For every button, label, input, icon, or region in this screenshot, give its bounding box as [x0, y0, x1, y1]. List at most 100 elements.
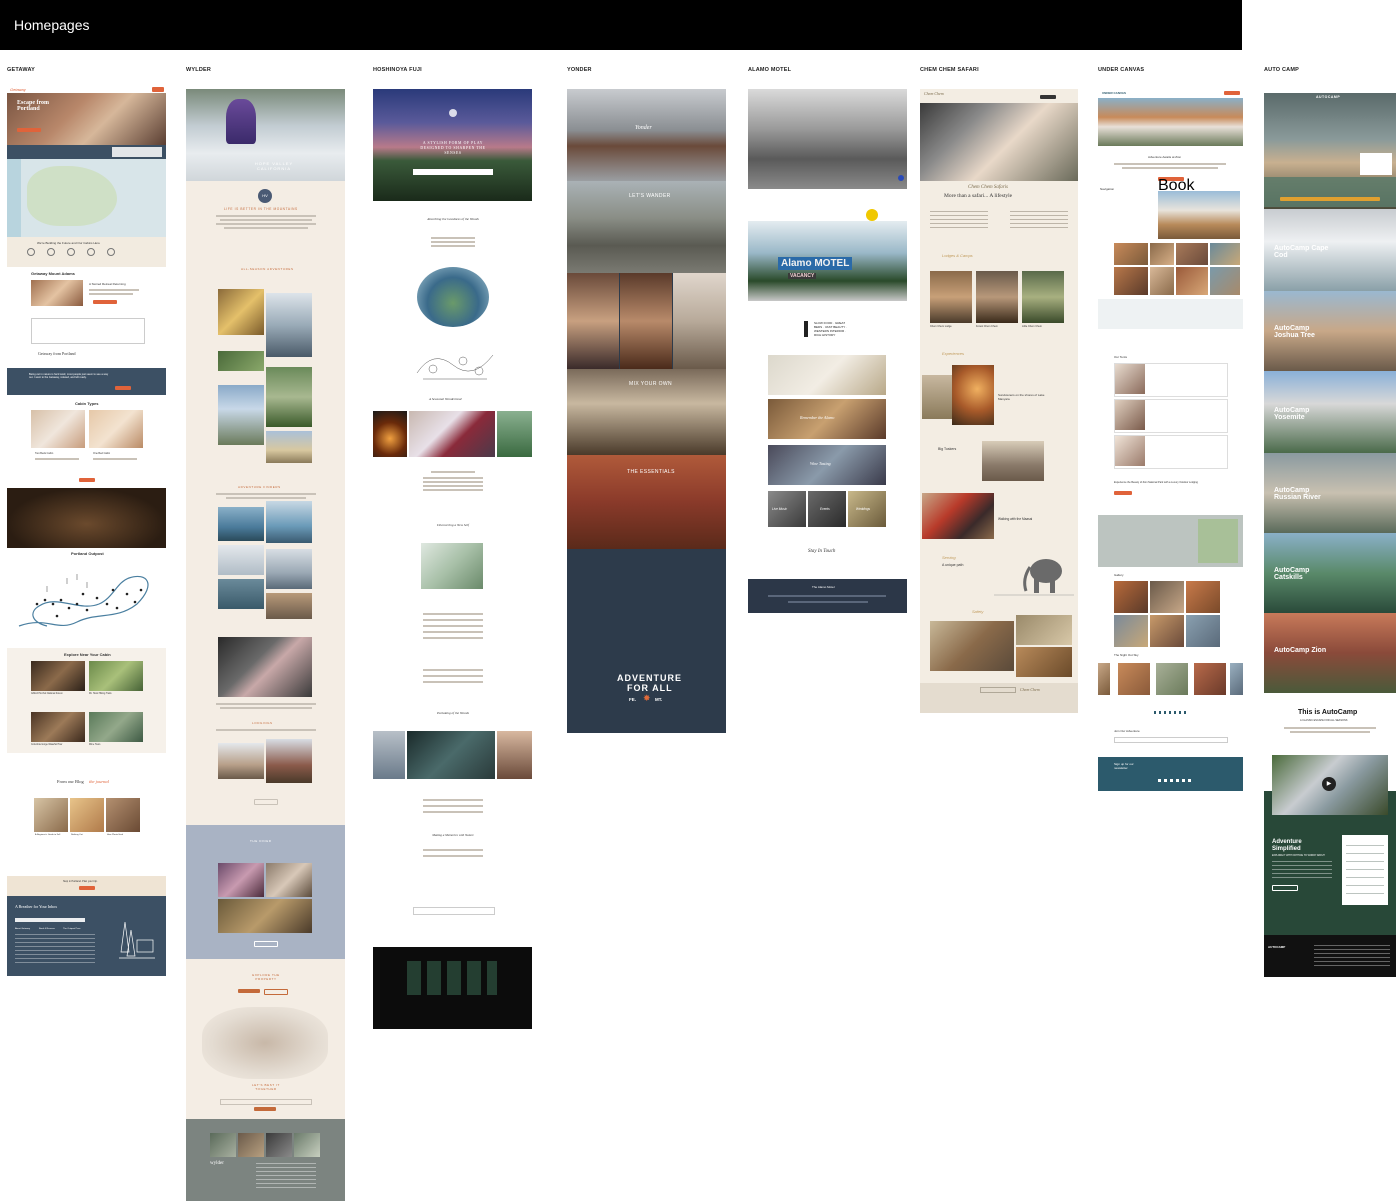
wylder-footer-links[interactable]: [256, 1163, 316, 1189]
undercanvas-gallery-image[interactable]: [1114, 615, 1148, 647]
getaway-logo[interactable]: Getaway: [10, 87, 26, 92]
getaway-newsletter-input[interactable]: [15, 918, 85, 922]
autocamp-footer-logo[interactable]: AUTOCAMP: [1268, 945, 1285, 949]
getaway-nav-book-button[interactable]: [152, 87, 164, 92]
wylder-signup-button[interactable]: [254, 1107, 276, 1111]
undercanvas-carousel-dots[interactable]: [1154, 711, 1186, 714]
undercanvas-grid-image[interactable]: [1150, 243, 1174, 265]
getaway-hero-button[interactable]: [17, 128, 41, 132]
play-icon[interactable]: ▶: [1322, 777, 1336, 791]
chemchem-screenshot[interactable]: Chem Chem Chem Chem Safaris More than a …: [920, 89, 1078, 713]
alamo-footer-logo[interactable]: The Alamo Motel: [812, 585, 835, 589]
getaway-explore-image[interactable]: [31, 712, 85, 742]
hoshinoya-forest-image[interactable]: [497, 411, 532, 457]
undercanvas-newsletter-input[interactable]: [1114, 737, 1228, 743]
undercanvas-gallery-image[interactable]: [1186, 581, 1220, 613]
undercanvas-gallery-image[interactable]: [1186, 615, 1220, 647]
wylder-gallery-image[interactable]: [266, 501, 312, 543]
getaway-explore-image[interactable]: [89, 661, 143, 691]
wylder-screenshot[interactable]: HOPE VALLEY CALIFORNIA HV LIFE IS BETTER…: [186, 89, 345, 1201]
chemchem-newsletter-input[interactable]: [980, 687, 1016, 693]
chemchem-lodge-image[interactable]: [976, 271, 1018, 323]
wylder-adventure-image[interactable]: [266, 431, 312, 463]
getaway-search-field[interactable]: [112, 147, 162, 157]
wylder-lodging-image[interactable]: [218, 743, 264, 779]
yonder-interior-image[interactable]: [620, 273, 672, 369]
autocamp-search-button[interactable]: [1280, 197, 1380, 201]
yonder-interior-image[interactable]: [567, 273, 619, 369]
getaway-outpost-button[interactable]: [93, 300, 117, 304]
undercanvas-logo[interactable]: UNDER CANVAS: [1102, 91, 1126, 95]
wylder-lodging-image[interactable]: [266, 739, 312, 783]
wylder-map-button[interactable]: [238, 989, 260, 993]
getaway-promo-button[interactable]: [79, 886, 95, 890]
yonder-screenshot[interactable]: Yonder LET'S WANDER MIX YOUR OWN THE ESS…: [567, 89, 726, 733]
hoshinoya-booking-bar[interactable]: [413, 169, 493, 175]
chemchem-logo[interactable]: Chem Chem: [924, 91, 944, 96]
wylder-diner-button[interactable]: [254, 941, 278, 947]
chemchem-wildlife-image[interactable]: [1016, 647, 1072, 677]
wylder-gallery-image[interactable]: [218, 545, 264, 575]
undercanvas-grid-image[interactable]: [1176, 243, 1208, 265]
getaway-outpost-map[interactable]: [17, 564, 157, 634]
chemchem-lion-image[interactable]: [930, 621, 1014, 671]
undercanvas-carousel-image[interactable]: [1118, 663, 1150, 695]
getaway-blog-image[interactable]: [34, 798, 68, 832]
wylder-adventure-image[interactable]: [218, 351, 264, 371]
undercanvas-screenshot[interactable]: UNDER CANVAS Adventure Awaits at Zion Bo…: [1098, 89, 1243, 791]
getaway-explore-image[interactable]: [89, 712, 143, 742]
wylder-tour-button[interactable]: [264, 989, 288, 995]
wylder-diner-image[interactable]: [266, 863, 312, 897]
autocamp-footer-links[interactable]: [1314, 945, 1390, 967]
wylder-adventure-image[interactable]: [266, 367, 312, 427]
yonder-logo[interactable]: Yonder: [635, 125, 652, 131]
wylder-lodging-button[interactable]: [254, 799, 278, 805]
undercanvas-grid-image[interactable]: [1114, 267, 1148, 295]
undercanvas-carousel-image[interactable]: [1230, 663, 1243, 695]
hoshinoya-fire-image[interactable]: [373, 411, 407, 457]
undercanvas-social-icons[interactable]: [1158, 779, 1194, 782]
wylder-adventure-image[interactable]: [218, 385, 264, 445]
undercanvas-cta-button[interactable]: Book Now: [1158, 177, 1194, 212]
hoshinoya-booking-bar-bottom[interactable]: [413, 907, 495, 915]
getaway-blog-image[interactable]: [106, 798, 140, 832]
hoshinoya-image[interactable]: [373, 731, 405, 779]
hoshinoya-footer-thumbnails[interactable]: [407, 961, 497, 995]
undercanvas-gallery-image[interactable]: [1150, 581, 1184, 613]
wylder-footer-logo[interactable]: wylder: [210, 1161, 224, 1166]
chemchem-footer-logo[interactable]: Chem Chem: [1020, 687, 1040, 692]
wylder-adventure-image[interactable]: [266, 293, 312, 357]
hoshinoya-snow-image[interactable]: [421, 543, 483, 589]
getaway-quote-button[interactable]: [115, 386, 131, 390]
autocamp-screenshot[interactable]: AUTOCAMP AutoCamp Cape Cod AutoCamp Josh…: [1264, 93, 1396, 977]
alamo-screenshot[interactable]: Alamo MOTEL VACANCY SLOW FOOD · GREAT BE…: [748, 89, 907, 613]
undercanvas-grid-image[interactable]: [1176, 267, 1208, 295]
undercanvas-gallery-image[interactable]: [1150, 615, 1184, 647]
wylder-gallery-image[interactable]: [218, 579, 264, 609]
chemchem-maasai-image[interactable]: [922, 493, 994, 539]
undercanvas-grid-image[interactable]: [1210, 267, 1240, 295]
autocamp-search-band[interactable]: [1264, 177, 1396, 207]
wylder-gallery-image[interactable]: [218, 507, 264, 541]
undercanvas-grid-image[interactable]: [1210, 243, 1240, 265]
wylder-diner-image[interactable]: [218, 863, 264, 897]
wylder-property-map[interactable]: [202, 1007, 328, 1079]
undercanvas-gallery-image[interactable]: [1114, 581, 1148, 613]
autocamp-booking-widget[interactable]: [1360, 153, 1392, 175]
hoshinoya-image[interactable]: [497, 731, 532, 779]
autocamp-learn-button[interactable]: [1272, 885, 1298, 891]
wylder-gallery-image[interactable]: [266, 549, 312, 589]
undercanvas-carousel-image[interactable]: [1156, 663, 1188, 695]
undercanvas-carousel-image[interactable]: [1194, 663, 1226, 695]
hoshinoya-image[interactable]: [407, 731, 495, 779]
undercanvas-book-button[interactable]: [1224, 91, 1240, 95]
chemchem-wildlife-image[interactable]: [1016, 615, 1072, 645]
chemchem-elephant-image[interactable]: [982, 441, 1044, 481]
wylder-email-input[interactable]: [220, 1099, 312, 1105]
getaway-footer-links[interactable]: [15, 934, 95, 966]
chemchem-exp-image[interactable]: [952, 365, 994, 425]
undercanvas-carousel-image[interactable]: [1098, 663, 1110, 695]
alamo-chat-icon[interactable]: [898, 175, 904, 181]
chemchem-lodge-image[interactable]: [930, 271, 972, 323]
hoshinoya-screenshot[interactable]: A STYLISH FORM OF PLAY DESIGNED TO SHARP…: [373, 89, 532, 1029]
